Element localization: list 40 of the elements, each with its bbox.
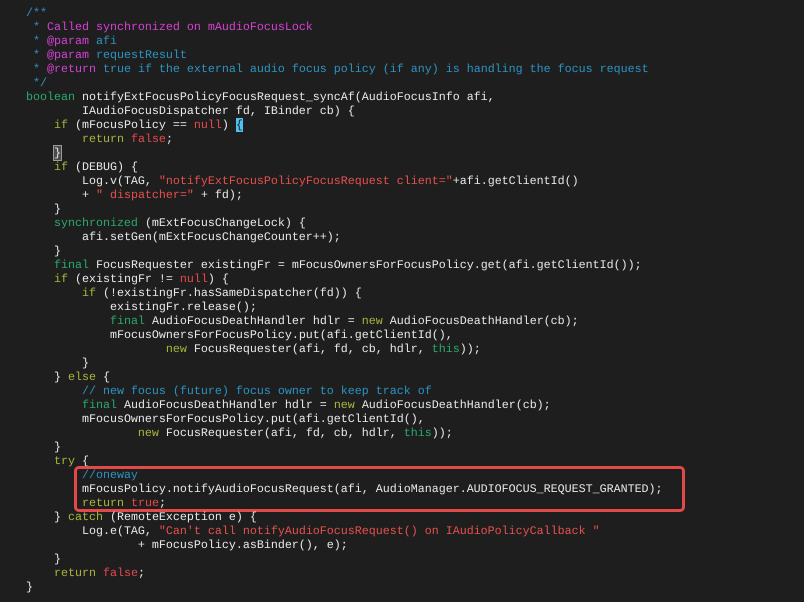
code-line: }	[80, 356, 89, 370]
code-line: + " dispatcher=" + fd);	[80, 188, 243, 202]
code-line: * @return true if the external audio focus policy (if any) is handling the focus request	[32, 62, 649, 76]
code-line: mFocusOwnersForFocusPolicy.put(afi.getClientId(),	[80, 412, 425, 426]
code-line: if (existingFr != null) {	[52, 272, 229, 286]
code-line: if (!existingFr.hasSameDispatcher(fd)) {	[80, 286, 362, 300]
code-line: mFocusPolicy.notifyAudioFocusRequest(afi, AudioManager.AUDIOFOCUS_REQUEST_GRANTED);	[80, 482, 663, 496]
code-line: final AudioFocusDeathHandler hdlr = new AudioFocusDeathHandler(cb);	[80, 398, 551, 412]
code-line: final FocusRequester existingFr = mFocusOwnersForFocusPolicy.get(afi.getClientId());	[52, 258, 642, 272]
code-line: IAudioFocusDispatcher fd, IBinder cb) {	[80, 104, 355, 118]
code-line: final AudioFocusDeathHandler hdlr = new AudioFocusDeathHandler(cb);	[108, 314, 579, 328]
code-line: Log.e(TAG, "Can't call notifyAudioFocusRequest() on IAudioPolicyCallback "	[80, 524, 600, 538]
code-line: return false;	[80, 132, 173, 146]
code-line: synchronized (mExtFocusChangeLock) {	[52, 216, 306, 230]
code-line: * @param afi	[32, 34, 117, 48]
code-line: new FocusRequester(afi, fd, cb, hdlr, this));	[164, 342, 481, 356]
code-line: // new focus (future) focus owner to keep track of	[80, 384, 432, 398]
code-line: return false;	[52, 566, 145, 580]
code-line: /**	[26, 6, 47, 20]
code-line: } catch (RemoteException e) {	[52, 510, 257, 524]
code-line: afi.setGen(mExtFocusChangeCounter++);	[80, 230, 341, 244]
code-line: //oneway	[80, 468, 138, 482]
code-line: } else {	[52, 370, 110, 384]
code-line: }	[52, 440, 61, 454]
code-line: new FocusRequester(afi, fd, cb, hdlr, this));	[136, 426, 453, 440]
code-line: existingFr.release();	[108, 300, 257, 314]
code-line: }	[52, 202, 61, 216]
code-line: }	[26, 580, 33, 594]
code-line: * Called synchronized on mAudioFocusLock	[32, 20, 313, 34]
code-line: if (DEBUG) {	[52, 160, 138, 174]
code-line: if (mFocusPolicy == null) {	[52, 118, 243, 132]
code-line: mFocusOwnersForFocusPolicy.put(afi.getClientId(),	[108, 328, 453, 342]
code-line: }	[52, 244, 61, 258]
code-line: }	[52, 552, 61, 566]
code-line: + mFocusPolicy.asBinder(), e);	[136, 538, 348, 552]
code-line: return true;	[80, 496, 166, 510]
code-line: */	[32, 76, 47, 90]
code-line: boolean notifyExtFocusPolicyFocusRequest_syncAf(AudioFocusInfo afi,	[26, 90, 495, 104]
code-line: * @param requestResult	[32, 48, 187, 62]
code-line: Log.v(TAG, "notifyExtFocusPolicyFocusRequest client="+afi.getClientId()	[80, 174, 579, 188]
